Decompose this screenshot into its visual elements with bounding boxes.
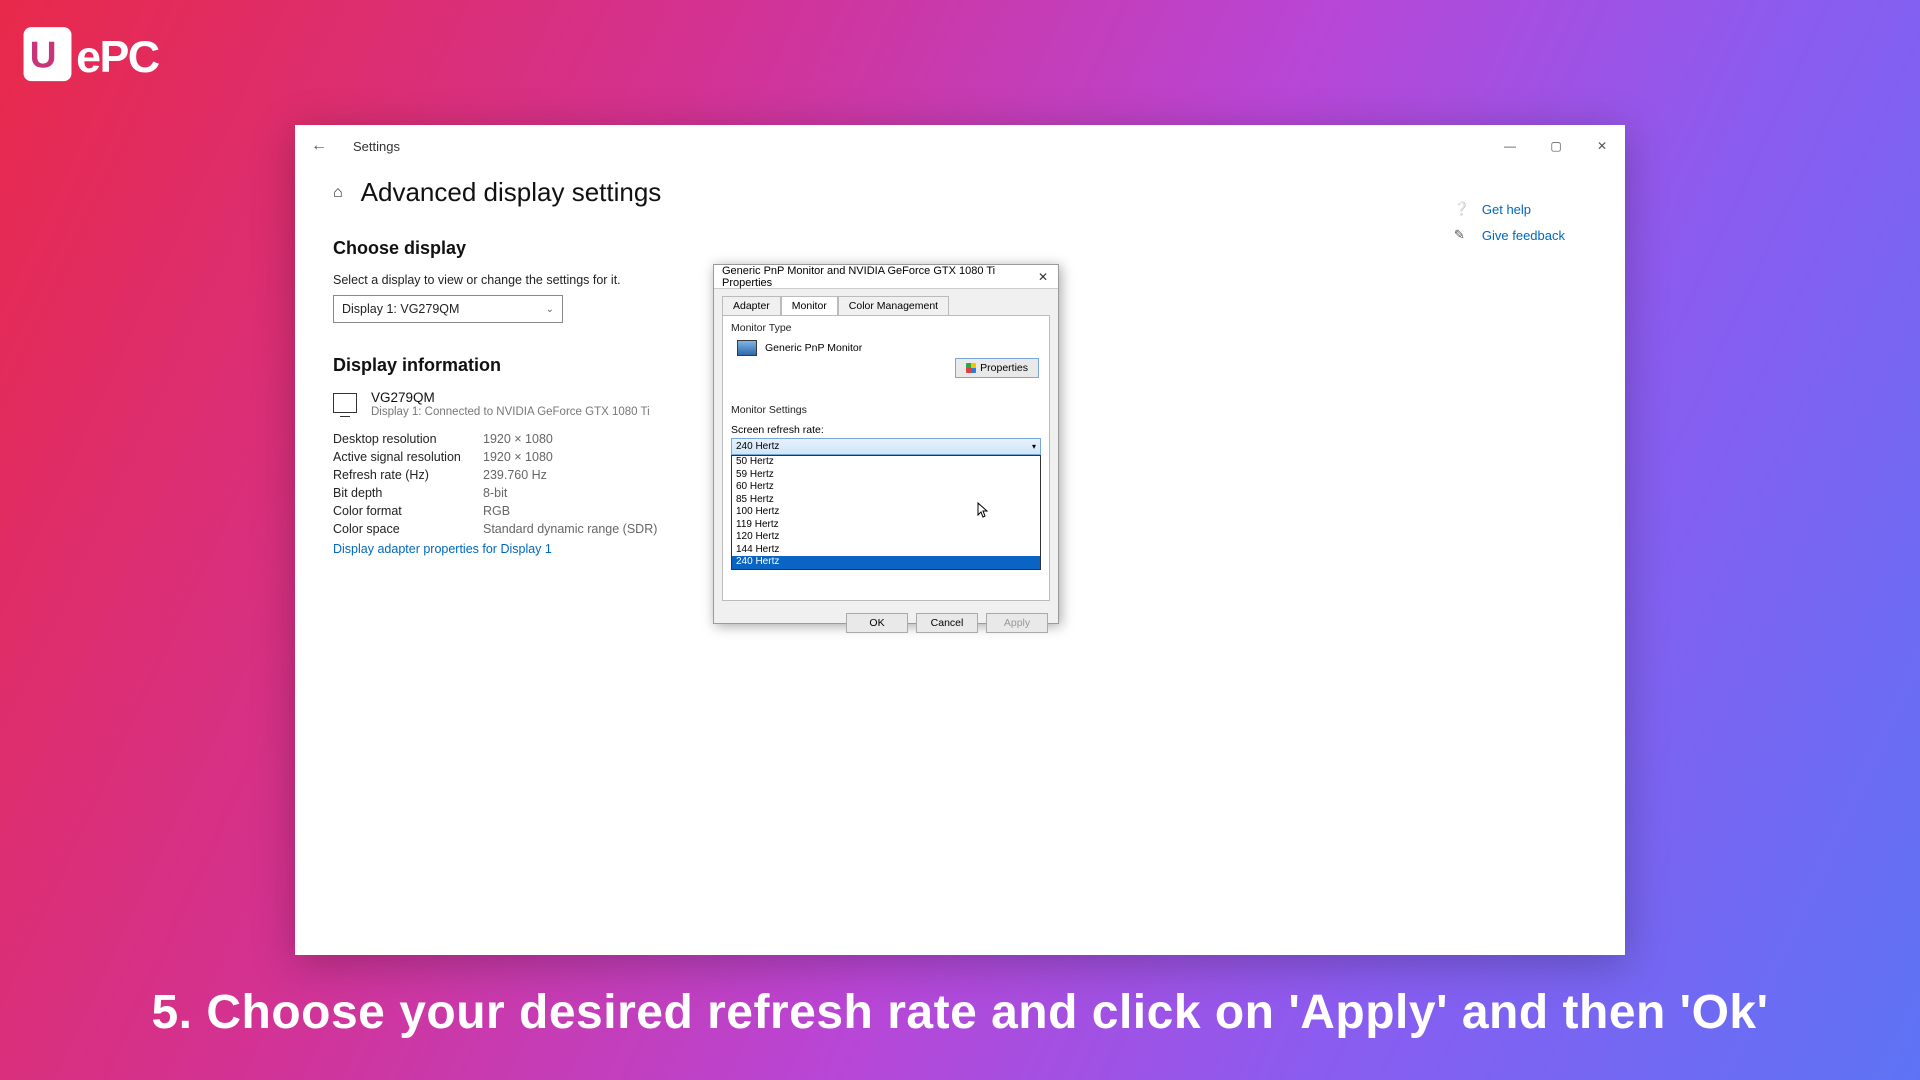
ok-button[interactable]: OK <box>846 613 908 633</box>
info-label: Color space <box>333 522 483 536</box>
dialog-titlebar: Generic PnP Monitor and NVIDIA GeForce G… <box>714 265 1058 289</box>
info-label: Refresh rate (Hz) <box>333 468 483 482</box>
uac-shield-icon <box>966 363 976 373</box>
refresh-option[interactable]: 119 Hertz <box>732 519 1040 532</box>
cancel-button[interactable]: Cancel <box>916 613 978 633</box>
help-icon: ❔ <box>1454 201 1470 217</box>
chevron-down-icon: ▾ <box>1032 442 1036 451</box>
info-label: Active signal resolution <box>333 450 483 464</box>
titlebar: ← Settings — ▢ ✕ <box>295 125 1625 167</box>
refresh-option[interactable]: 85 Hertz <box>732 494 1040 507</box>
info-label: Desktop resolution <box>333 432 483 446</box>
svg-text:U: U <box>30 33 57 75</box>
refresh-rate-label: Screen refresh rate: <box>731 424 1041 436</box>
get-help-link[interactable]: ❔ Get help <box>1454 201 1565 217</box>
close-button[interactable]: ✕ <box>1579 125 1625 167</box>
monitor-type-label: Monitor Type <box>731 322 1041 334</box>
display-select-value: Display 1: VG279QM <box>342 302 459 316</box>
apply-button[interactable]: Apply <box>986 613 1048 633</box>
display-model: VG279QM <box>371 390 650 405</box>
refresh-rate-dropdown-list[interactable]: 50 Hertz 59 Hertz 60 Hertz 85 Hertz 100 … <box>731 455 1041 570</box>
dialog-title: Generic PnP Monitor and NVIDIA GeForce G… <box>722 265 1034 289</box>
maximize-button[interactable]: ▢ <box>1533 125 1579 167</box>
wepc-logo: U ePC <box>22 18 192 98</box>
chevron-down-icon: ⌄ <box>546 304 554 315</box>
tab-adapter[interactable]: Adapter <box>722 296 781 316</box>
window-title: Settings <box>353 139 400 154</box>
svg-text:ePC: ePC <box>76 32 160 82</box>
home-icon[interactable]: ⌂ <box>333 184 343 202</box>
tab-color-management[interactable]: Color Management <box>838 296 949 316</box>
choose-display-heading: Choose display <box>333 238 1587 259</box>
monitor-type-name: Generic PnP Monitor <box>765 342 862 354</box>
monitor-device-icon <box>737 340 757 356</box>
refresh-option[interactable]: 100 Hertz <box>732 506 1040 519</box>
refresh-rate-value: 240 Hertz <box>736 441 779 452</box>
refresh-option[interactable]: 60 Hertz <box>732 481 1040 494</box>
monitor-settings-label: Monitor Settings <box>731 404 1041 416</box>
give-feedback-link[interactable]: ✎ Give feedback <box>1454 227 1565 243</box>
page-title: Advanced display settings <box>361 177 662 208</box>
monitor-icon <box>333 393 357 413</box>
feedback-icon: ✎ <box>1454 227 1470 243</box>
dialog-close-button[interactable]: ✕ <box>1034 270 1052 284</box>
instruction-caption: 5. Choose your desired refresh rate and … <box>0 985 1920 1040</box>
info-label: Bit depth <box>333 486 483 500</box>
monitor-properties-button[interactable]: Properties <box>955 358 1039 378</box>
refresh-option[interactable]: 50 Hertz <box>732 456 1040 469</box>
monitor-properties-dialog: Generic PnP Monitor and NVIDIA GeForce G… <box>713 264 1059 624</box>
refresh-option-selected[interactable]: 240 Hertz <box>732 556 1040 569</box>
minimize-button[interactable]: — <box>1487 125 1533 167</box>
refresh-option[interactable]: 120 Hertz <box>732 531 1040 544</box>
display-select-dropdown[interactable]: Display 1: VG279QM ⌄ <box>333 295 563 323</box>
tab-monitor[interactable]: Monitor <box>781 296 838 316</box>
display-connection: Display 1: Connected to NVIDIA GeForce G… <box>371 406 650 418</box>
back-button[interactable]: ← <box>307 134 331 158</box>
refresh-rate-combobox[interactable]: 240 Hertz ▾ <box>731 438 1041 455</box>
refresh-option[interactable]: 59 Hertz <box>732 469 1040 482</box>
info-label: Color format <box>333 504 483 518</box>
refresh-option[interactable]: 144 Hertz <box>732 544 1040 557</box>
